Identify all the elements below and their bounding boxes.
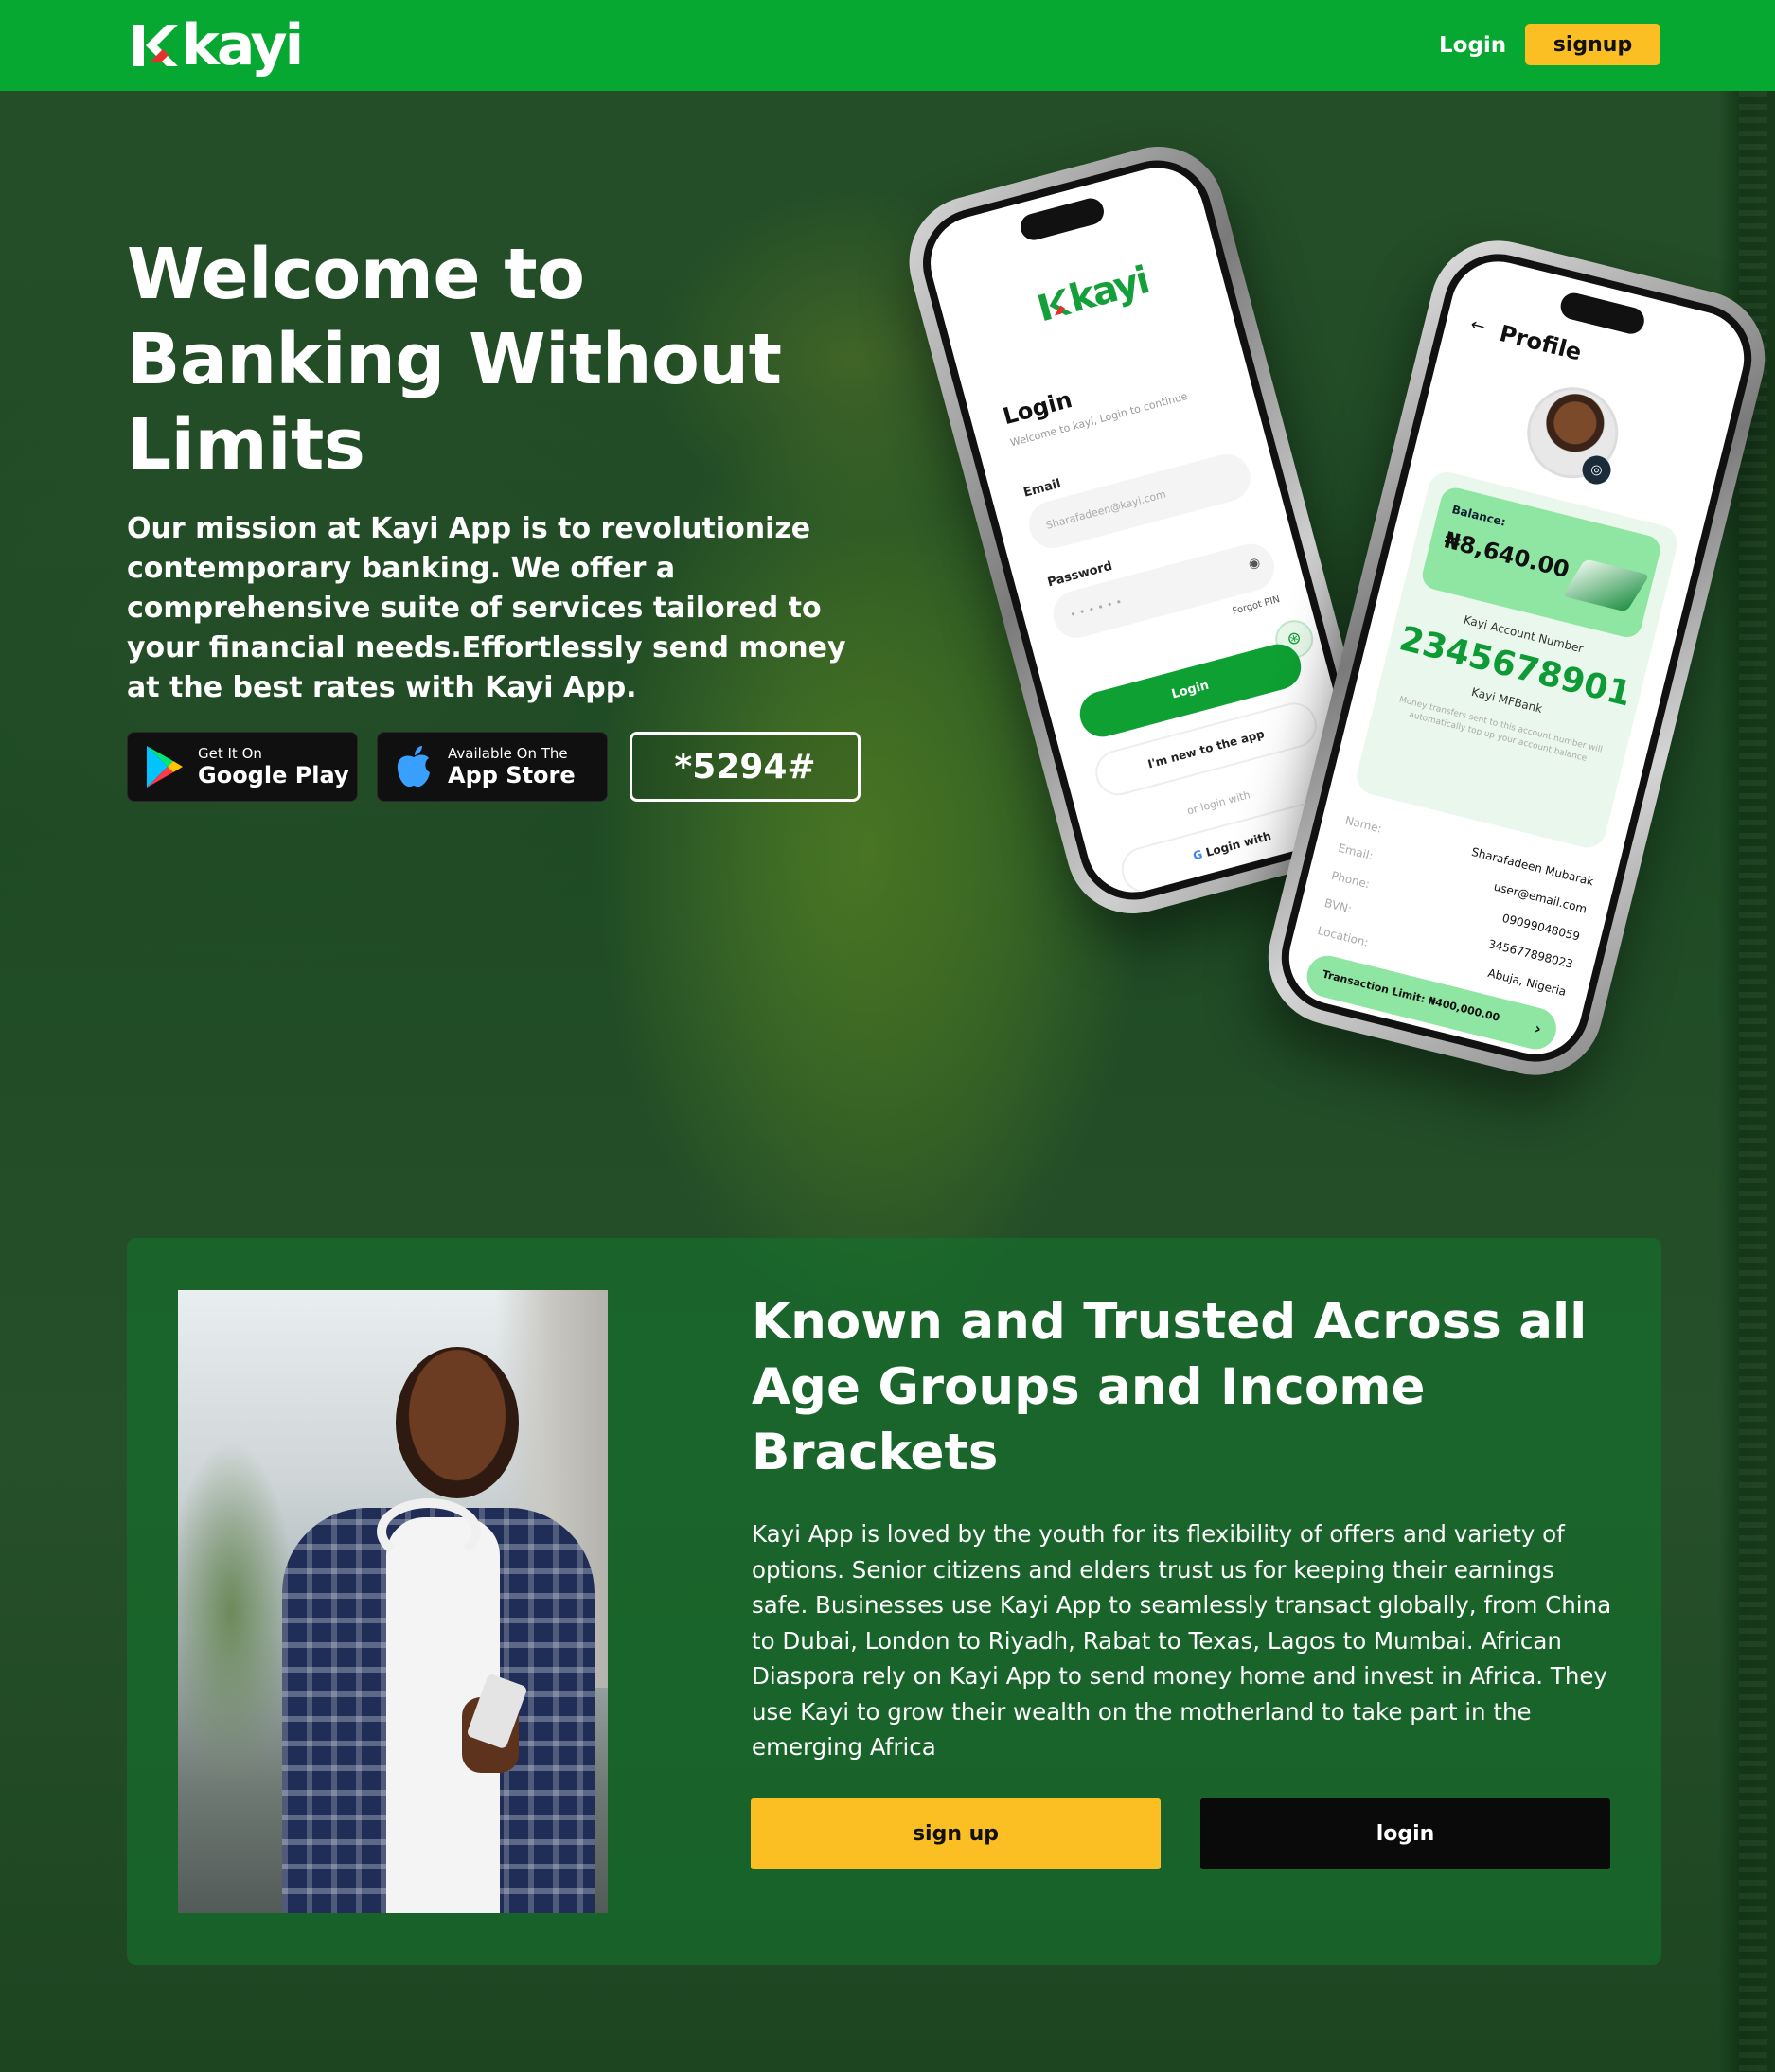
trust-text: Kayi App is loved by the youth for its f… [752, 1520, 1612, 1761]
profile-field-value: 345677898023 [1486, 937, 1575, 971]
eye-icon: ◉ [1247, 555, 1262, 573]
profile-field-value: 09099048059 [1500, 911, 1582, 944]
phone-password-value: • • • • • • [1068, 595, 1124, 622]
camera-icon: ◎ [1579, 452, 1614, 487]
headphones-icon [377, 1498, 481, 1565]
photo-head [396, 1347, 519, 1498]
phone-profile-title: Profile [1497, 319, 1585, 366]
logo-text: kayi [182, 12, 304, 79]
google-play-button[interactable]: Get It On Google Play [127, 732, 358, 802]
ussd-code-button[interactable]: *5294# [630, 732, 861, 802]
trust-title: Known and Trusted Across all Age Groups … [752, 1293, 1588, 1481]
phone-notch [1017, 195, 1108, 243]
sign-up-button[interactable]: sign up [751, 1798, 1161, 1869]
smiling-man-photo [178, 1290, 608, 1913]
profile-field-key: Phone: [1329, 868, 1372, 892]
google-play-icon [147, 746, 183, 788]
profile-field-value: Sharafadeen Mubarak [1469, 844, 1595, 889]
nav-login-link[interactable]: Login [1439, 28, 1506, 62]
back-arrow-icon: ← [1468, 314, 1488, 338]
app-store-button[interactable]: Available On The App Store [377, 732, 608, 802]
phone-email-value: Sharafadeen@kayi.com [1044, 487, 1168, 532]
money-stack-icon [1562, 558, 1650, 612]
login-button[interactable]: login [1200, 1798, 1610, 1869]
phone-password-field: • • • • • • ◉ [1047, 538, 1280, 644]
hero-description: Our mission at Kayi App is to revolution… [127, 512, 846, 704]
transaction-limit-text: Transaction Limit: ₦400,000.00 [1321, 967, 1501, 1024]
phone-email-field: Sharafadeen@kayi.com [1023, 449, 1256, 554]
kayi-logo[interactable]: kayi [129, 8, 304, 83]
nav-signup-button[interactable]: signup [1525, 24, 1660, 65]
kayi-logo-icon [133, 25, 178, 66]
app-store-big-text: App Store [448, 762, 576, 788]
profile-field-key: Location: [1316, 923, 1371, 949]
google-play-small-text: Get It On [198, 745, 262, 762]
hero-title: Welcome to Banking Without Limits [127, 234, 782, 486]
phone-google-login-text: Login with [1204, 828, 1273, 859]
profile-field-key: BVN: [1322, 895, 1354, 916]
phone-kayi-logo: kayi [1034, 258, 1153, 329]
profile-field-value: user@email.com [1492, 879, 1589, 916]
balance-value: ₦8,640.00 [1441, 526, 1572, 584]
balance-label: Balance: [1450, 503, 1508, 529]
app-store-small-text: Available On The [448, 745, 568, 762]
top-navbar: kayi Login signup [0, 0, 1775, 91]
apple-icon [397, 746, 430, 788]
phone-notch [1557, 290, 1647, 337]
phone-forgot-pin: Forgot PIN [1231, 593, 1282, 617]
chevron-right-icon: › [1533, 1018, 1544, 1038]
google-play-big-text: Google Play [198, 762, 349, 788]
profile-avatar: ◎ [1518, 378, 1628, 488]
profile-field-key: Email: [1337, 841, 1375, 863]
phone-email-label: Email [1021, 476, 1063, 501]
account-card: Balance: ₦8,640.00 Kayi Account Number 2… [1353, 468, 1681, 852]
phone-logo-text: kayi [1064, 258, 1153, 322]
profile-field-key: Name: [1343, 813, 1384, 836]
profile-field-value: Abuja, Nigeria [1486, 965, 1568, 999]
